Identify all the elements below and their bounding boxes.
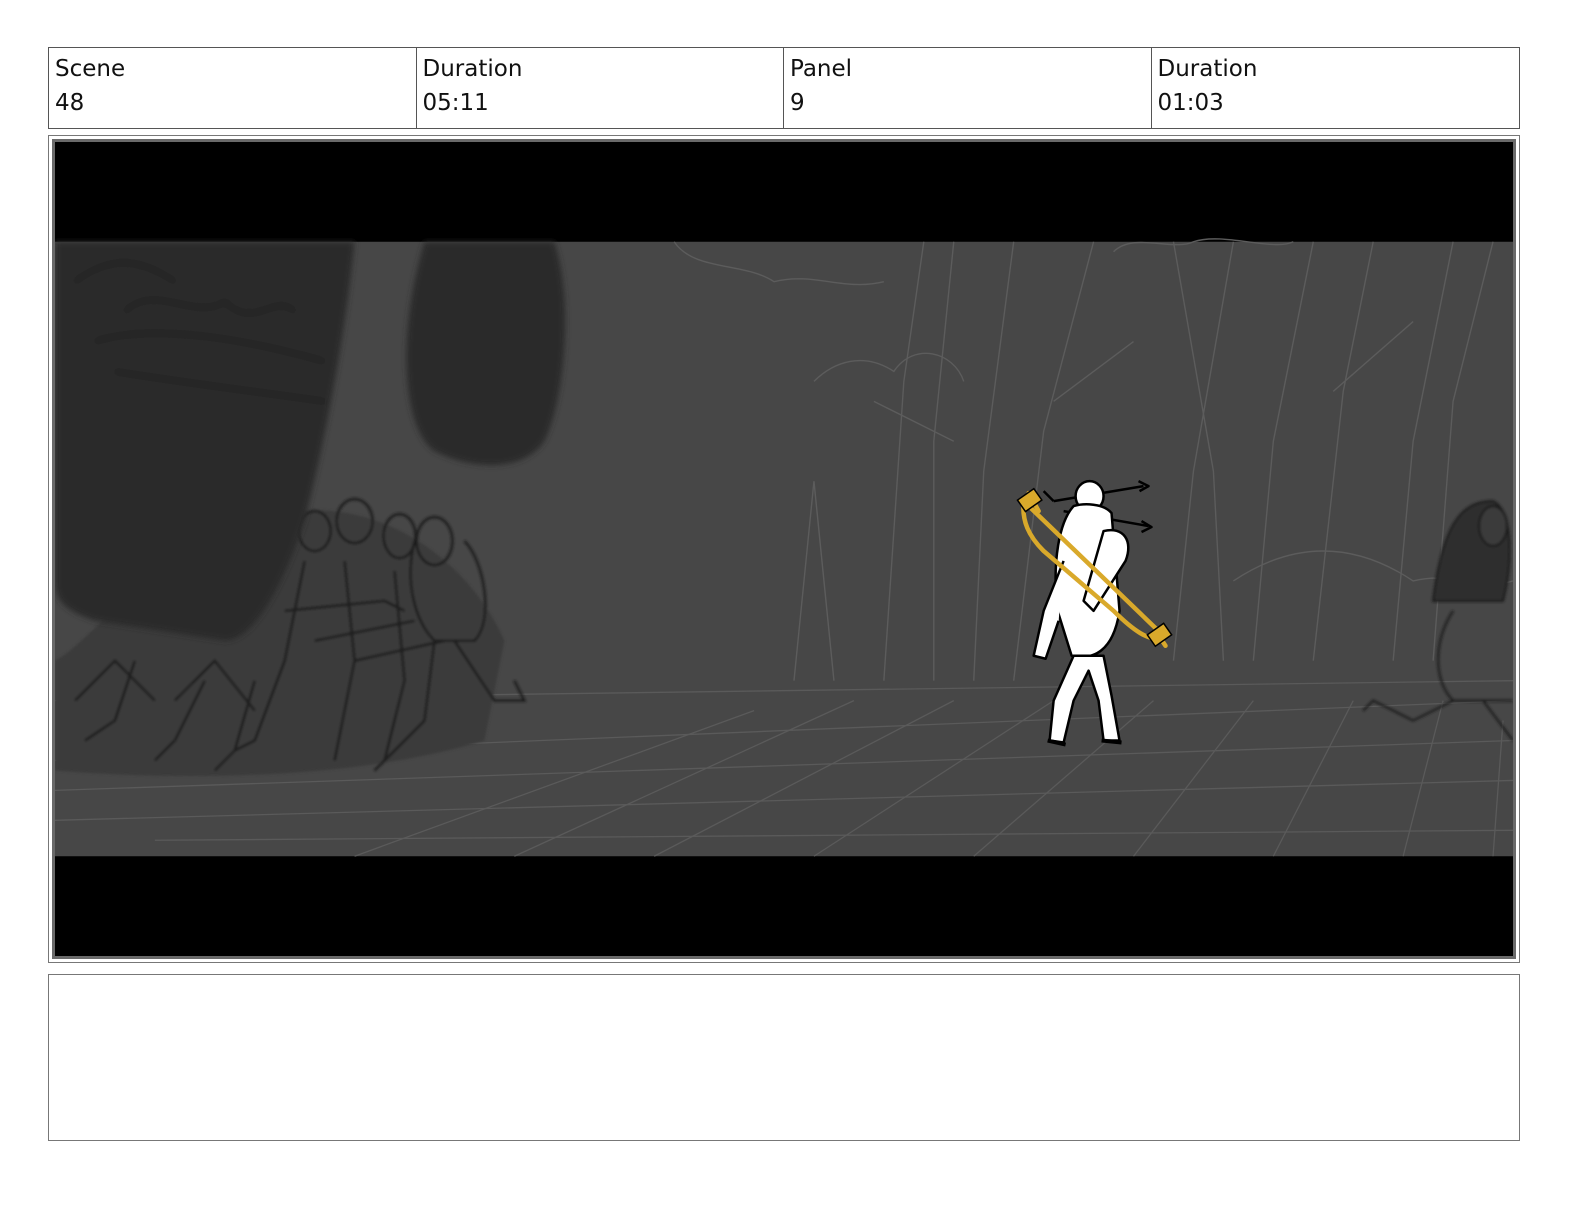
scene-value: 48 bbox=[55, 90, 85, 116]
letterbox-top bbox=[55, 142, 1513, 242]
storyboard-panel-frame bbox=[48, 135, 1520, 963]
panel-notes-box[interactable] bbox=[48, 974, 1520, 1141]
scene-label: Scene bbox=[55, 56, 126, 82]
letterbox-bottom bbox=[55, 856, 1513, 956]
panel-duration-cell: Duration 01:03 bbox=[1152, 48, 1520, 128]
scene-duration-label: Duration bbox=[422, 56, 523, 82]
panel-label: Panel bbox=[790, 56, 853, 82]
panel-cell: Panel 9 bbox=[784, 48, 1152, 128]
scene-cell: Scene 48 bbox=[49, 48, 417, 128]
panel-duration-value: 01:03 bbox=[1157, 90, 1224, 116]
panel-header-table: Scene 48 Duration 05:11 Panel 9 Duration… bbox=[48, 47, 1520, 129]
storyboard-sketch bbox=[55, 142, 1513, 956]
panel-duration-label: Duration bbox=[1157, 56, 1258, 82]
scene-duration-value: 05:11 bbox=[422, 90, 489, 116]
scene-duration-cell: Duration 05:11 bbox=[417, 48, 784, 128]
storyboard-panel-image bbox=[52, 139, 1516, 959]
panel-value: 9 bbox=[790, 90, 805, 116]
